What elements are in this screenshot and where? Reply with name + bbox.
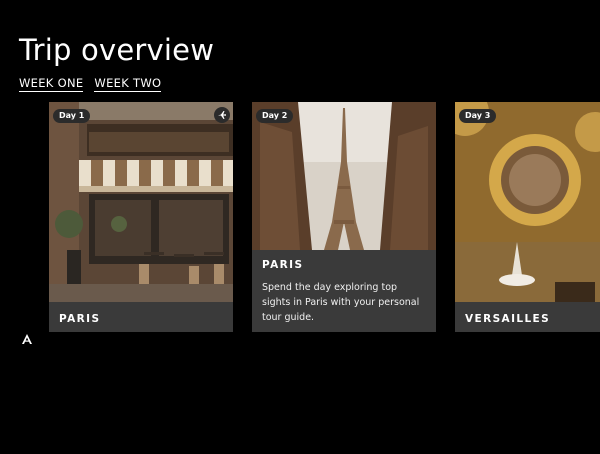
day-card-2[interactable]: Day 2 PARIS Spend the day exploring top …: [252, 102, 436, 332]
paris-cafe-photo: [49, 102, 233, 302]
week-tabs: WEEK ONE WEEK TWO: [19, 76, 162, 92]
card-title: PARIS: [59, 313, 101, 325]
day-badge: Day 1: [53, 109, 91, 123]
versailles-ceiling-photo: [455, 102, 600, 302]
tab-week-one[interactable]: WEEK ONE: [19, 76, 84, 92]
plane-icon: [218, 111, 226, 119]
card-description: Spend the day exploring top sights in Pa…: [262, 282, 420, 323]
day-card-3[interactable]: Day 3 VERSAILLES: [455, 102, 600, 332]
flight-button[interactable]: [214, 107, 230, 123]
day-card-1[interactable]: Day 1 PARIS: [49, 102, 233, 332]
day-badge: Day 2: [256, 109, 294, 123]
day-badge: Day 3: [459, 109, 497, 123]
eiffel-tower-photo: [252, 102, 436, 250]
page-title: Trip overview: [19, 33, 215, 67]
brand-logo-icon: [22, 334, 32, 344]
tab-week-two[interactable]: WEEK TWO: [94, 76, 162, 92]
card-title: PARIS: [262, 259, 304, 271]
card-title: VERSAILLES: [465, 313, 551, 325]
